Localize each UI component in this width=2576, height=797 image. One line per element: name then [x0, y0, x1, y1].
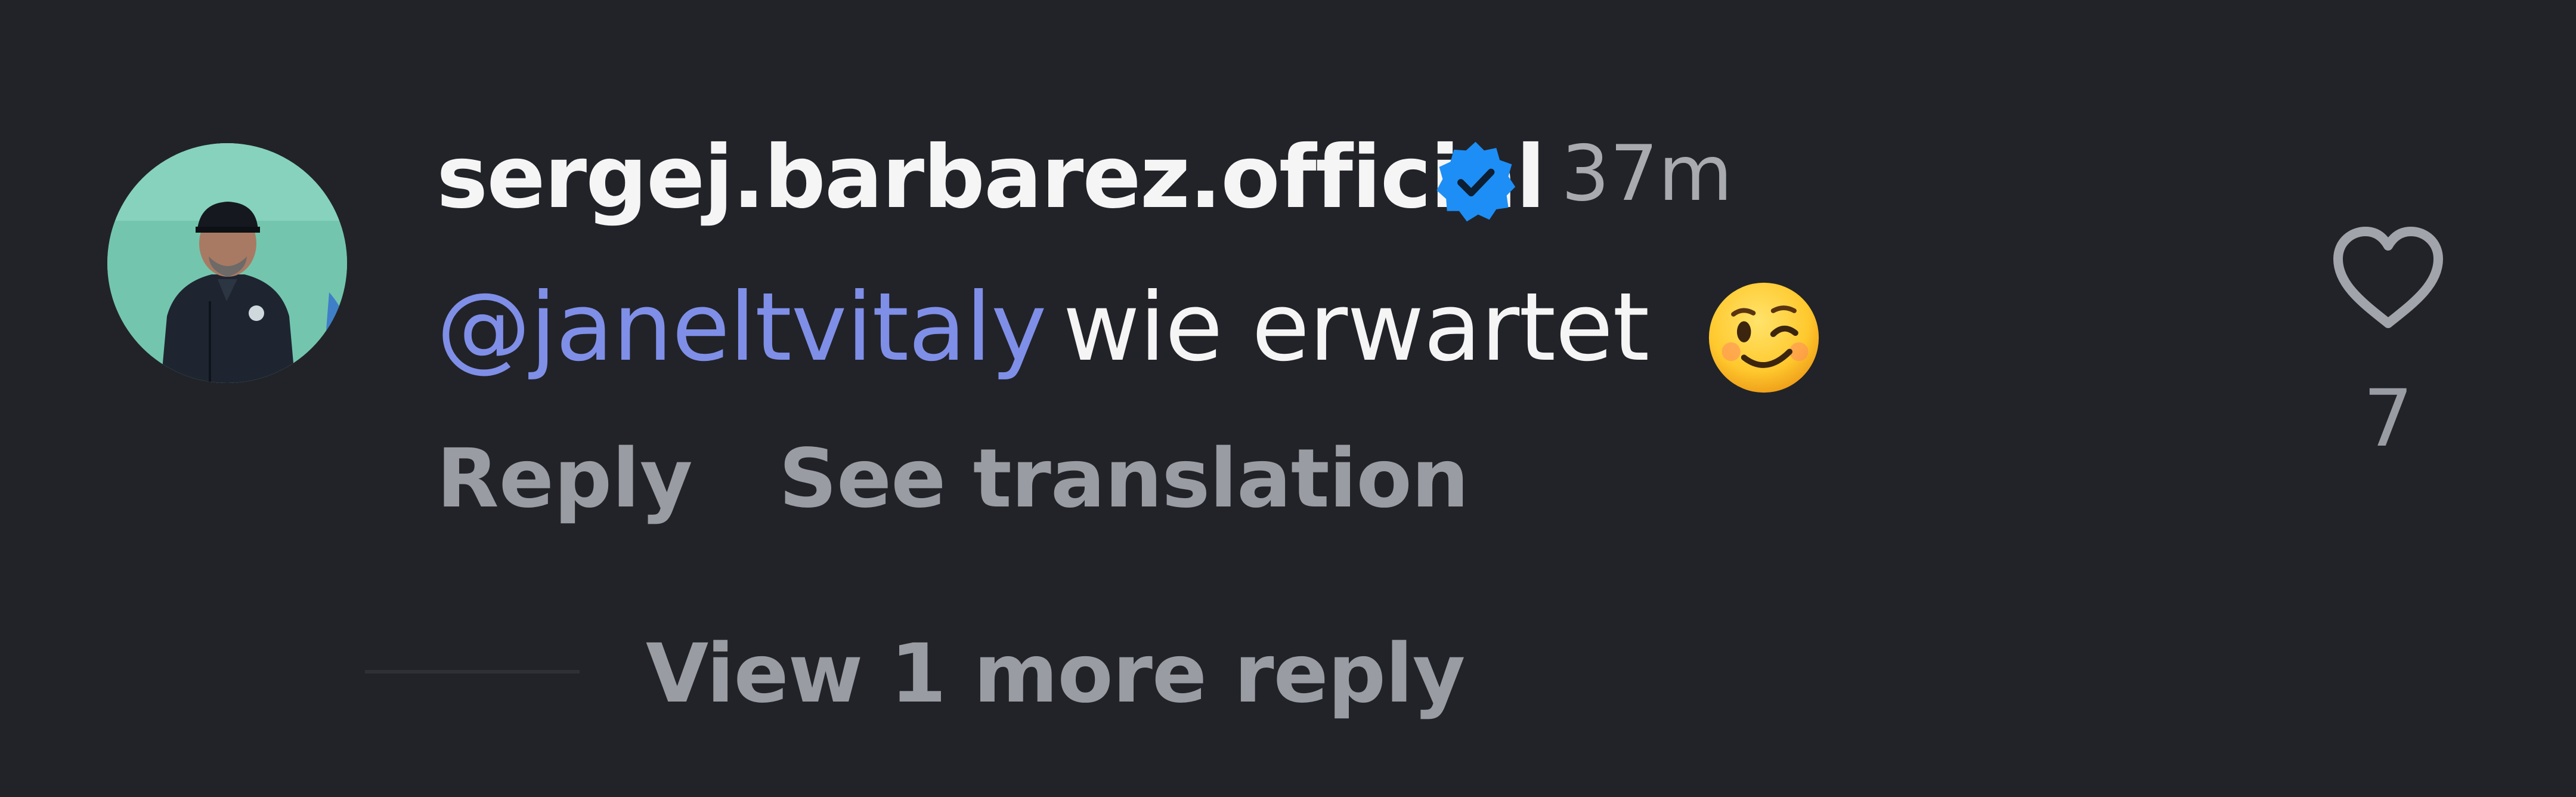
verified-badge-icon	[1432, 138, 1519, 225]
reply-button[interactable]: Reply	[436, 438, 693, 520]
see-translation-button[interactable]: See translation	[779, 438, 1469, 520]
comment-text: wie erwartet	[1063, 273, 1650, 382]
view-more-replies-button[interactable]: View 1 more reply	[646, 634, 1465, 715]
comment-body: @janeltvitaly wie erwartet	[436, 280, 1649, 375]
mention-link[interactable]: @janeltvitaly	[436, 273, 1046, 382]
comment-timestamp: 37m	[1561, 129, 1733, 218]
winking-face-emoji	[1705, 279, 1822, 396]
username[interactable]: sergej.barbarez.official	[436, 134, 1546, 221]
heart-outline-icon[interactable]	[2329, 221, 2448, 334]
like-count: 7	[2363, 373, 2413, 465]
replies-divider	[365, 670, 580, 674]
avatar[interactable]	[107, 143, 347, 383]
